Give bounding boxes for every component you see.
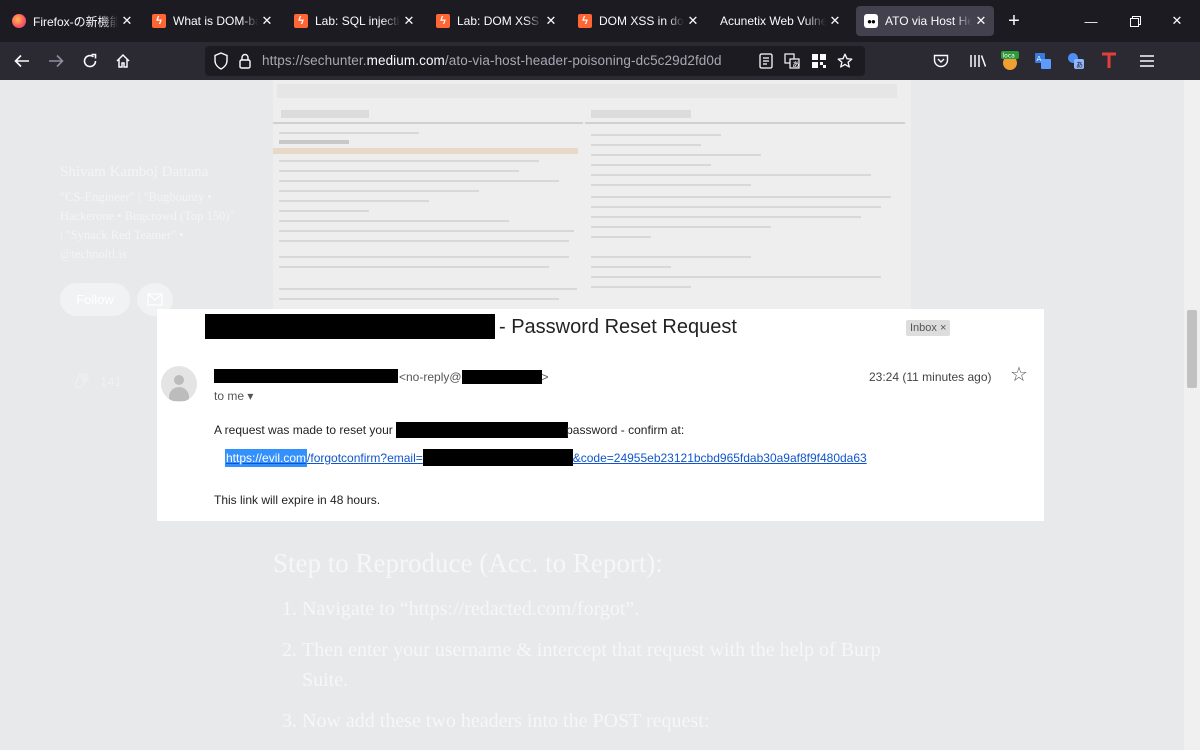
burp-request-screenshot — [273, 80, 911, 310]
steps-list: 1. Navigate to “https://redacted.com/forg… — [282, 594, 922, 747]
list-item: 2. Then enter your username & intercept t… — [282, 639, 881, 691]
tab-title: Lab: DOM XSS in d — [457, 14, 542, 28]
redacted-subject — [205, 314, 495, 339]
minimize-button[interactable]: — — [1068, 6, 1114, 36]
close-icon[interactable]: ✕ — [686, 13, 700, 29]
tab-strip: Firefox-の新機能 - ✕ ϟ What is DOM-based ✕ ϟ… — [0, 0, 1200, 42]
lock-icon[interactable] — [237, 52, 253, 70]
navigation-toolbar: https://sechunter.medium.com/ato-via-hos… — [0, 42, 1200, 80]
loca-extension-icon[interactable]: loca — [1000, 51, 1020, 70]
forward-arrow-icon — [49, 54, 64, 68]
inbox-label-badge: Inbox × — [906, 320, 951, 336]
email-body-line1: A request was made to reset your passwor… — [214, 422, 685, 438]
redacted-email-param — [422, 449, 573, 466]
bookmark-star-icon[interactable] — [836, 52, 854, 70]
article-page: Shivam Kamboj Dattana "CS-Engineer" | "B… — [0, 80, 1184, 750]
scrollbar-thumb[interactable] — [1187, 310, 1197, 388]
star-icon: ☆ — [1010, 364, 1028, 386]
pocket-icon[interactable] — [931, 52, 951, 70]
forward-button[interactable] — [42, 47, 70, 75]
burp-icon: ϟ — [578, 14, 592, 28]
selected-evil-host: https://evil.com — [225, 449, 308, 467]
tab-title: What is DOM-based — [173, 14, 258, 28]
translate-extension-icon[interactable]: あ — [1066, 52, 1086, 70]
home-button[interactable] — [109, 47, 137, 75]
burp-icon: ϟ — [152, 14, 166, 28]
redacted-site-name — [396, 422, 569, 438]
restore-button[interactable] — [1112, 6, 1158, 36]
translate-icon[interactable]: あ — [783, 52, 801, 70]
tab-lab-sql-injection[interactable]: ϟ Lab: SQL injection ✕ — [286, 6, 422, 36]
list-item: 1. Navigate to “https://redacted.com/forg… — [282, 598, 640, 620]
restore-icon — [1129, 15, 1141, 27]
tab-firefox-new-features[interactable]: Firefox-の新機能 - ✕ — [4, 6, 140, 36]
back-button[interactable] — [8, 47, 36, 75]
list-item: 3. Now add these two headers into the POS… — [282, 710, 710, 732]
clap-icon — [74, 372, 90, 389]
email-subject: - Password Reset Request — [499, 316, 737, 338]
tab-what-is-dom-based[interactable]: ϟ What is DOM-based ✕ — [144, 6, 280, 36]
svg-text:あ: あ — [792, 61, 799, 69]
tab-dom-xss-in-document[interactable]: ϟ DOM XSS in docum ✕ — [570, 6, 706, 36]
url-text[interactable]: https://sechunter.medium.com/ato-via-hos… — [262, 53, 722, 68]
svg-text:あ: あ — [1076, 61, 1083, 69]
redacted-sender-domain — [461, 370, 542, 384]
reader-view-icon[interactable] — [757, 52, 775, 70]
address-bar[interactable]: https://sechunter.medium.com/ato-via-hos… — [205, 46, 865, 76]
burp-icon: ϟ — [294, 14, 308, 28]
close-icon[interactable]: ✕ — [828, 13, 842, 29]
close-window-button[interactable]: ✕ — [1154, 6, 1200, 36]
t-extension-icon[interactable] — [1099, 52, 1119, 70]
tab-title: Firefox-の新機能 - — [33, 14, 118, 29]
author-name[interactable]: Shivam Kamboj Dattana — [60, 164, 208, 181]
tab-title: Lab: SQL injection — [315, 14, 400, 28]
page-scrollbar[interactable] — [1184, 80, 1200, 750]
article-heading: Step to Reproduce (Acc. to Report): — [273, 548, 663, 578]
burp-icon: ϟ — [436, 14, 450, 28]
reload-button[interactable] — [76, 47, 104, 75]
medium-icon: ●● — [864, 14, 878, 28]
tab-title: DOM XSS in docum — [599, 14, 684, 28]
close-icon[interactable]: ✕ — [120, 13, 134, 29]
recipient-to-me: to me ▾ — [214, 389, 254, 403]
close-icon[interactable]: ✕ — [544, 13, 558, 29]
tab-acunetix[interactable]: Acunetix Web Vulnera ✕ — [712, 6, 848, 36]
library-icon[interactable] — [968, 52, 988, 70]
tab-ato-via-host-header[interactable]: ●● ATO via Host Head ✕ — [856, 6, 994, 36]
clap-button[interactable]: 141 — [70, 370, 122, 392]
tab-title: ATO via Host Head — [885, 14, 972, 28]
tab-lab-dom-xss[interactable]: ϟ Lab: DOM XSS in d ✕ — [428, 6, 564, 36]
new-tab-button[interactable]: + — [1002, 8, 1026, 34]
tracking-protection-shield-icon[interactable] — [213, 52, 229, 70]
avatar — [161, 366, 197, 402]
back-arrow-icon — [14, 54, 29, 68]
password-reset-link: https://evil.com/forgotconfirm?email= &co… — [225, 449, 867, 467]
home-icon — [116, 53, 130, 68]
sender-address: <no-reply@ > — [399, 370, 549, 384]
author-bio: "CS-Engineer" | "Bugbounty • Hackerone •… — [60, 190, 235, 261]
translator-extension-icon[interactable]: A — [1033, 52, 1053, 70]
close-icon[interactable]: ✕ — [974, 13, 988, 29]
password-reset-email-screenshot: - Password Reset Request Inbox × <no-rep… — [157, 309, 1044, 521]
tab-title: Acunetix Web Vulnera — [720, 14, 826, 28]
svg-text:loca: loca — [1003, 53, 1016, 60]
menu-hamburger-icon[interactable] — [1137, 52, 1157, 70]
close-icon[interactable]: ✕ — [402, 13, 416, 29]
close-icon[interactable]: ✕ — [260, 13, 274, 29]
email-timestamp: 23:24 (11 minutes ago) — [869, 370, 992, 384]
clap-count: 141 — [100, 373, 122, 389]
firefox-icon — [12, 14, 26, 28]
email-expiry-note: This link will expire in 48 hours. — [214, 493, 381, 507]
svg-text:A: A — [1037, 55, 1042, 63]
reload-icon — [83, 53, 97, 68]
qr-code-icon[interactable] — [810, 52, 828, 70]
redacted-sender-name — [214, 369, 398, 383]
follow-button[interactable]: Follow — [60, 283, 130, 316]
